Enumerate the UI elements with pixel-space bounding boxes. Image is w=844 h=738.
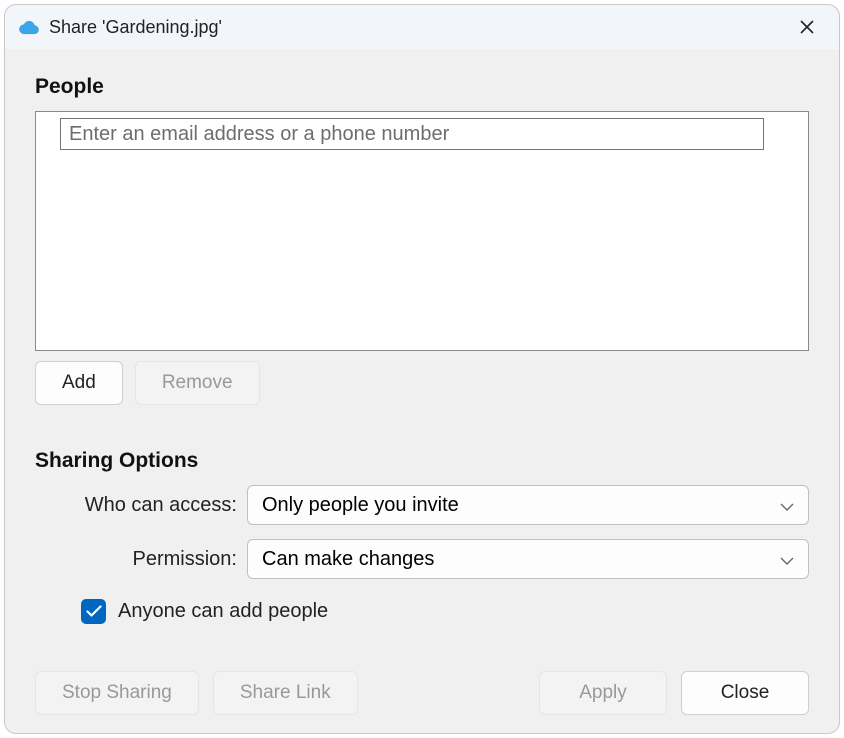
access-label: Who can access: xyxy=(35,494,247,517)
people-list xyxy=(35,111,809,351)
people-header: People xyxy=(35,75,809,99)
chevron-down-icon xyxy=(780,548,794,571)
access-value: Only people you invite xyxy=(262,494,459,517)
icloud-icon xyxy=(19,17,39,37)
anyone-add-row: Anyone can add people xyxy=(35,599,809,624)
permission-row: Permission: Can make changes xyxy=(35,539,809,579)
anyone-add-checkbox[interactable] xyxy=(81,599,106,624)
anyone-add-label: Anyone can add people xyxy=(118,600,328,623)
add-button[interactable]: Add xyxy=(35,361,123,405)
permission-label: Permission: xyxy=(35,548,247,571)
people-buttons-row: Add Remove xyxy=(35,361,809,405)
close-button[interactable]: Close xyxy=(681,671,809,715)
apply-button[interactable]: Apply xyxy=(539,671,667,715)
access-row: Who can access: Only people you invite xyxy=(35,485,809,525)
window-title: Share 'Gardening.jpg' xyxy=(49,17,789,38)
permission-dropdown[interactable]: Can make changes xyxy=(247,539,809,579)
remove-button[interactable]: Remove xyxy=(135,361,260,405)
access-dropdown[interactable]: Only people you invite xyxy=(247,485,809,525)
chevron-down-icon xyxy=(780,494,794,517)
footer-spacer xyxy=(372,671,525,715)
footer-buttons: Stop Sharing Share Link Apply Close xyxy=(35,651,809,715)
share-link-button[interactable]: Share Link xyxy=(213,671,358,715)
permission-value: Can make changes xyxy=(262,548,434,571)
email-input[interactable] xyxy=(60,118,764,150)
stop-sharing-button[interactable]: Stop Sharing xyxy=(35,671,199,715)
sharing-options-section: Sharing Options Who can access: Only peo… xyxy=(35,449,809,624)
titlebar: Share 'Gardening.jpg' xyxy=(5,5,839,49)
share-dialog: Share 'Gardening.jpg' People Add Remove … xyxy=(4,4,840,734)
close-icon[interactable] xyxy=(789,9,825,45)
content-area: People Add Remove Sharing Options Who ca… xyxy=(5,49,839,733)
sharing-options-header: Sharing Options xyxy=(35,449,809,473)
